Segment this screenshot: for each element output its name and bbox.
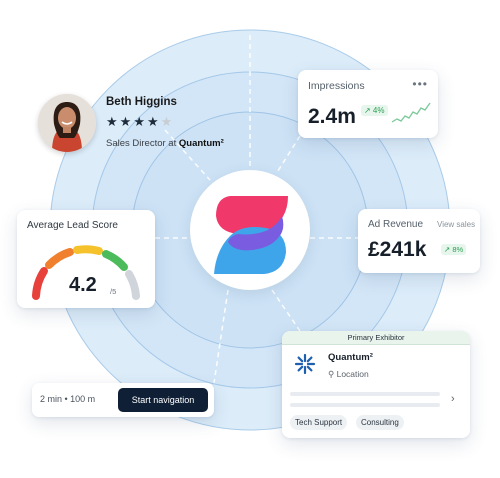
star-icon: ★ xyxy=(106,115,120,130)
profile-company: Quantum² xyxy=(178,138,224,149)
exhibitor-name: Quantum² xyxy=(328,352,373,363)
brand-logo-badge xyxy=(190,170,310,290)
exhibitor-location: ⚲ Location xyxy=(328,369,369,380)
ad-revenue-change-badge: ↗ 8% xyxy=(441,244,467,255)
ad-revenue-value: £241k xyxy=(368,238,427,261)
star-empty-icon: ★ xyxy=(160,115,175,130)
brand-logo-icon xyxy=(214,196,288,274)
placeholder-line xyxy=(290,392,440,396)
lead-score-value: 4.2 xyxy=(69,274,97,296)
navigation-bar: 2 min • 100 m Start navigation xyxy=(32,383,214,417)
tag-consulting[interactable]: Consulting xyxy=(356,415,404,430)
placeholder-line xyxy=(290,403,440,407)
exhibitor-card[interactable]: Primary Exhibitor Quantum² ⚲ Location › … xyxy=(282,331,470,438)
lead-score-label: Average Lead Score xyxy=(27,220,118,231)
lead-score-unit: /5 xyxy=(110,287,117,296)
tag-tech-support[interactable]: Tech Support xyxy=(290,415,348,430)
exhibitor-location-text: Location xyxy=(336,369,369,379)
more-options-icon[interactable]: ••• xyxy=(412,77,428,91)
app-canvas: Beth Higgins ★★★★★ Sales Director at Qua… xyxy=(0,0,500,478)
impressions-label: Impressions xyxy=(308,80,365,92)
star-icon: ★ xyxy=(119,115,134,130)
location-pin-icon: ⚲ xyxy=(328,369,337,379)
view-sales-link[interactable]: View sales xyxy=(437,220,475,229)
exhibitor-header: Primary Exhibitor xyxy=(282,331,470,345)
impressions-card[interactable]: Impressions ••• 2.4m ↗ 4% xyxy=(298,70,438,138)
profile-name: Beth Higgins xyxy=(106,96,177,108)
profile-title: Sales Director at Quantum² xyxy=(106,138,224,149)
avatar xyxy=(38,94,96,152)
impressions-value: 2.4m xyxy=(308,105,356,128)
start-navigation-button[interactable]: Start navigation xyxy=(118,388,208,412)
profile-role: Sales Director at xyxy=(106,138,179,149)
sparkle-logo-icon xyxy=(294,353,316,375)
sparkline-chart xyxy=(391,102,431,123)
chevron-right-icon[interactable]: › xyxy=(451,393,455,405)
star-icon: ★ xyxy=(133,115,147,130)
star-icon: ★ xyxy=(146,115,161,130)
avatar-portrait xyxy=(38,94,96,152)
lead-score-card[interactable]: Average Lead Score 4.2 /5 xyxy=(17,210,155,308)
ad-revenue-label: Ad Revenue xyxy=(368,219,424,230)
impressions-change-badge: ↗ 4% xyxy=(361,105,388,116)
ad-revenue-card[interactable]: Ad Revenue View sales £241k ↗ 8% xyxy=(358,209,480,273)
route-info: 2 min • 100 m xyxy=(40,394,96,404)
profile-card[interactable]: Beth Higgins ★★★★★ Sales Director at Qua… xyxy=(38,92,248,162)
rating-stars: ★★★★★ xyxy=(106,115,174,130)
